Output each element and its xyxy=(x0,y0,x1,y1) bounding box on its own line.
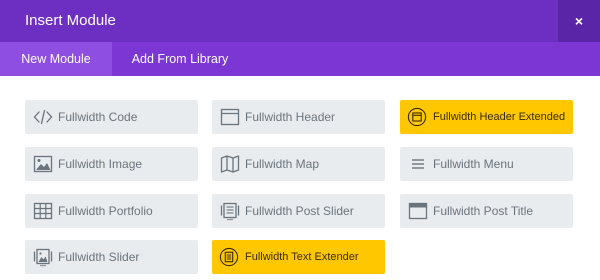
tab-bar: New Module Add From Library xyxy=(0,42,600,76)
module-label: Fullwidth Text Extender xyxy=(245,251,359,263)
module-fullwidth-header[interactable]: Fullwidth Header xyxy=(212,100,385,134)
module-fullwidth-slider[interactable]: Fullwidth Slider xyxy=(25,240,198,274)
close-icon: × xyxy=(574,13,584,29)
module-label: Fullwidth Header xyxy=(245,110,336,124)
tab-new-module[interactable]: New Module xyxy=(0,42,112,76)
module-grid: Fullwidth Code Fullwidth Header Fullwidt… xyxy=(0,76,600,280)
text-extender-icon xyxy=(219,247,239,267)
grid-icon xyxy=(33,201,53,221)
code-icon xyxy=(33,107,53,127)
map-icon xyxy=(220,154,240,174)
module-fullwidth-code[interactable]: Fullwidth Code xyxy=(25,100,198,134)
header-window-icon xyxy=(220,107,240,127)
insert-module-dialog: Insert Module × New Module Add From Libr… xyxy=(0,0,600,280)
tab-add-from-library[interactable]: Add From Library xyxy=(112,42,248,76)
module-label: Fullwidth Code xyxy=(58,110,138,124)
module-fullwidth-image[interactable]: Fullwidth Image xyxy=(25,147,198,181)
module-fullwidth-menu[interactable]: Fullwidth Menu xyxy=(400,147,573,181)
module-label: Fullwidth Portfolio xyxy=(58,204,153,218)
image-icon xyxy=(33,154,53,174)
module-fullwidth-post-slider[interactable]: Fullwidth Post Slider xyxy=(212,194,385,228)
module-label: Fullwidth Slider xyxy=(58,250,140,264)
module-label: Fullwidth Header Extended xyxy=(433,111,566,123)
dialog-title: Insert Module xyxy=(25,12,116,29)
close-button[interactable]: × xyxy=(558,0,600,42)
slider-icon xyxy=(33,247,53,267)
module-fullwidth-header-extended[interactable]: Fullwidth Header Extended xyxy=(400,100,573,134)
module-fullwidth-map[interactable]: Fullwidth Map xyxy=(212,147,385,181)
menu-icon xyxy=(408,154,428,174)
module-label: Fullwidth Post Slider xyxy=(245,204,354,218)
module-fullwidth-portfolio[interactable]: Fullwidth Portfolio xyxy=(25,194,198,228)
module-label: Fullwidth Map xyxy=(245,157,320,171)
post-title-icon xyxy=(408,201,428,221)
module-fullwidth-text-extender[interactable]: Fullwidth Text Extender xyxy=(212,240,385,274)
module-fullwidth-post-title[interactable]: Fullwidth Post Title xyxy=(400,194,573,228)
module-label: Fullwidth Post Title xyxy=(433,204,534,218)
module-label: Fullwidth Menu xyxy=(433,157,514,171)
dialog-titlebar: Insert Module × xyxy=(0,0,600,42)
header-extended-icon xyxy=(407,107,427,127)
module-label: Fullwidth Image xyxy=(58,157,143,171)
post-slider-icon xyxy=(220,201,240,221)
